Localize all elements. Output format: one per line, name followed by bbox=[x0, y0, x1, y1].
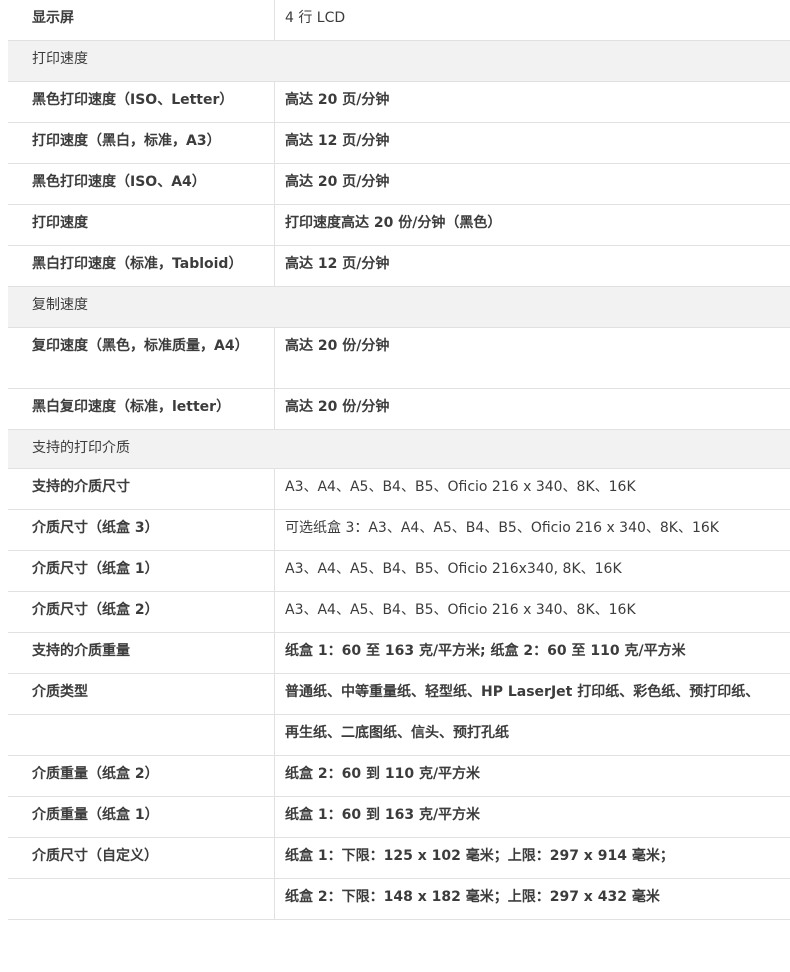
spec-row: 支持的介质重量 纸盒 1：60 至 163 克/平方米; 纸盒 2：60 至 11… bbox=[8, 633, 790, 674]
spec-row: 打印速度（黑白，标准，A3） 高达 12 页/分钟 bbox=[8, 123, 790, 164]
spec-label: 介质尺寸（纸盒 1） bbox=[8, 551, 275, 591]
spec-label: 介质尺寸（自定义） bbox=[8, 838, 275, 878]
section-header: 支持的打印介质 bbox=[8, 430, 790, 469]
spec-value: 纸盒 2：下限：148 x 182 毫米；上限：297 x 432 毫米 bbox=[285, 889, 660, 905]
spec-value: 4 行 LCD bbox=[285, 10, 346, 26]
spec-row: 纸盒 2：下限：148 x 182 毫米；上限：297 x 432 毫米 bbox=[8, 879, 790, 920]
spec-value: 打印速度高达 20 份/分钟（黑色） bbox=[285, 215, 502, 231]
spec-label: 支持的介质重量 bbox=[8, 633, 275, 673]
spec-label: 介质重量（纸盒 1） bbox=[8, 797, 275, 837]
spec-value: 普通纸、中等重量纸、轻型纸、HP LaserJet 打印纸、彩色纸、预打印纸、 bbox=[285, 684, 760, 700]
spec-value: 可选纸盒 3：A3、A4、A5、B4、B5、Oficio 216 x 340、8… bbox=[285, 520, 719, 536]
spec-row: 黑色打印速度（ISO、A4） 高达 20 页/分钟 bbox=[8, 164, 790, 205]
spec-value: 高达 20 份/分钟 bbox=[285, 399, 390, 415]
spec-value: 再生纸、二底图纸、信头、预打孔纸 bbox=[285, 725, 509, 741]
spec-row: 介质尺寸（纸盒 1） A3、A4、A5、B4、B5、Oficio 216x340,… bbox=[8, 551, 790, 592]
spec-row: 黑白复印速度（标准，letter） 高达 20 份/分钟 bbox=[8, 389, 790, 430]
spec-label: 介质重量（纸盒 2） bbox=[8, 756, 275, 796]
spec-row: 介质重量（纸盒 1） 纸盒 1：60 到 163 克/平方米 bbox=[8, 797, 790, 838]
spec-label: 打印速度（黑白，标准，A3） bbox=[8, 123, 275, 163]
spec-label: 介质尺寸（纸盒 2） bbox=[8, 592, 275, 632]
spec-label: 打印速度 bbox=[8, 205, 275, 245]
spec-label: 黑色打印速度（ISO、A4） bbox=[8, 164, 275, 204]
spec-row: 复印速度（黑色，标准质量，A4） 高达 20 份/分钟 bbox=[8, 328, 790, 389]
spec-row: 介质类型 普通纸、中等重量纸、轻型纸、HP LaserJet 打印纸、彩色纸、预打… bbox=[8, 674, 790, 715]
spec-row: 介质尺寸（自定义） 纸盒 1：下限：125 x 102 毫米；上限：297 x 9… bbox=[8, 838, 790, 879]
spec-value: 纸盒 1：60 到 163 克/平方米 bbox=[285, 807, 481, 823]
spec-label bbox=[8, 879, 275, 919]
spec-label: 介质尺寸（纸盒 3） bbox=[8, 510, 275, 550]
spec-table: 显示屏 4 行 LCD 打印速度 黑色打印速度（ISO、Letter） 高达 20 页/… bbox=[8, 0, 790, 920]
spec-row: 支持的介质尺寸 A3、A4、A5、B4、B5、Oficio 216 x 340、8… bbox=[8, 469, 790, 510]
spec-value: A3、A4、A5、B4、B5、Oficio 216 x 340、8K、16K bbox=[285, 602, 636, 618]
spec-label bbox=[8, 715, 275, 755]
spec-row: 黑色打印速度（ISO、Letter） 高达 20 页/分钟 bbox=[8, 82, 790, 123]
spec-value: 高达 20 页/分钟 bbox=[285, 174, 390, 190]
spec-label: 黑白复印速度（标准，letter） bbox=[8, 389, 275, 429]
spec-value: A3、A4、A5、B4、B5、Oficio 216x340, 8K、16K bbox=[285, 561, 622, 577]
spec-row: 打印速度 打印速度高达 20 份/分钟（黑色） bbox=[8, 205, 790, 246]
spec-row: 再生纸、二底图纸、信头、预打孔纸 bbox=[8, 715, 790, 756]
spec-label: 复印速度（黑色，标准质量，A4） bbox=[8, 328, 275, 388]
spec-value: 纸盒 2：60 到 110 克/平方米 bbox=[285, 766, 481, 782]
spec-label: 支持的介质尺寸 bbox=[8, 469, 275, 509]
spec-value: 纸盒 1：下限：125 x 102 毫米；上限：297 x 914 毫米； bbox=[285, 848, 674, 864]
section-header: 复制速度 bbox=[8, 287, 790, 328]
spec-row: 黑白打印速度（标准，Tabloid） 高达 12 页/分钟 bbox=[8, 246, 790, 287]
spec-value: 高达 12 页/分钟 bbox=[285, 133, 390, 149]
spec-row: 介质尺寸（纸盒 2） A3、A4、A5、B4、B5、Oficio 216 x 34… bbox=[8, 592, 790, 633]
spec-row: 介质重量（纸盒 2） 纸盒 2：60 到 110 克/平方米 bbox=[8, 756, 790, 797]
spec-value: 高达 20 份/分钟 bbox=[285, 338, 390, 354]
spec-label: 显示屏 bbox=[8, 0, 275, 40]
spec-value: 高达 20 页/分钟 bbox=[285, 92, 390, 108]
spec-value: A3、A4、A5、B4、B5、Oficio 216 x 340、8K、16K bbox=[285, 479, 636, 495]
spec-label: 黑白打印速度（标准，Tabloid） bbox=[8, 246, 275, 286]
section-header: 打印速度 bbox=[8, 41, 790, 82]
spec-row: 介质尺寸（纸盒 3） 可选纸盒 3：A3、A4、A5、B4、B5、Oficio 2… bbox=[8, 510, 790, 551]
spec-label: 黑色打印速度（ISO、Letter） bbox=[8, 82, 275, 122]
spec-value: 高达 12 页/分钟 bbox=[285, 256, 390, 272]
spec-value: 纸盒 1：60 至 163 克/平方米; 纸盒 2：60 至 110 克/平方米 bbox=[285, 643, 686, 659]
spec-label: 介质类型 bbox=[8, 674, 275, 714]
spec-row: 显示屏 4 行 LCD bbox=[8, 0, 790, 41]
